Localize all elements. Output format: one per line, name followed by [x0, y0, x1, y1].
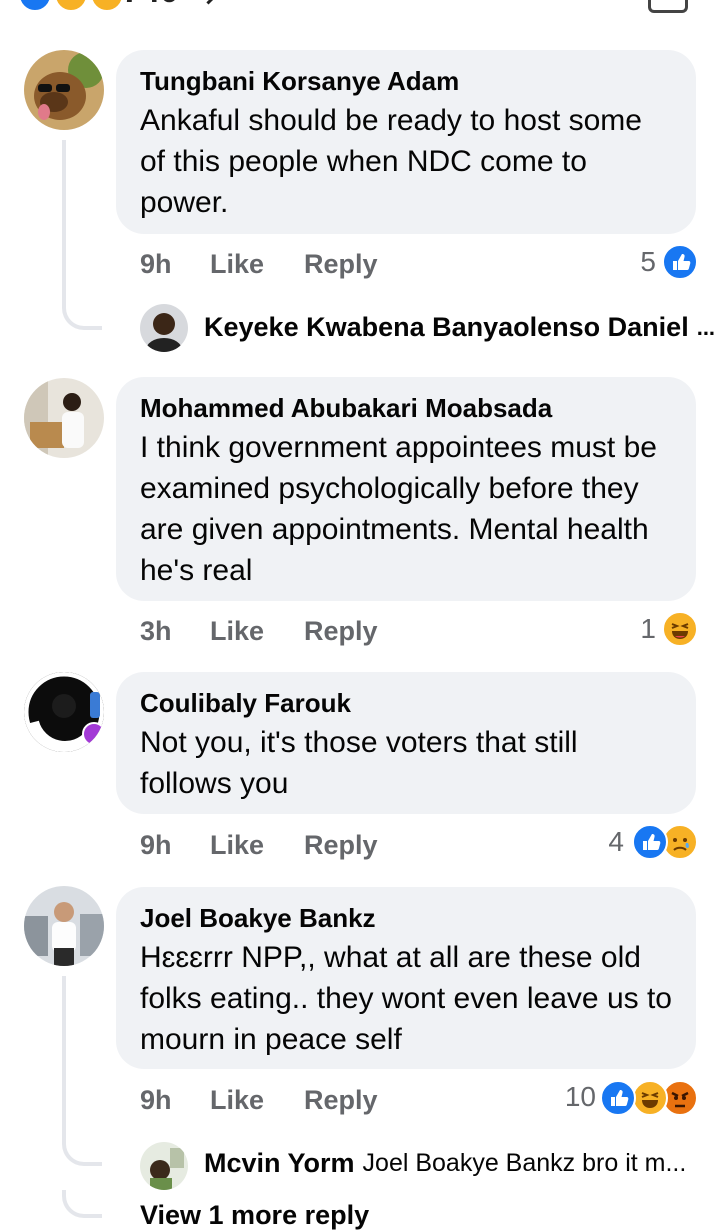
like-button[interactable]: Like	[210, 249, 264, 280]
reply-author[interactable]: Mcvin Yorm	[204, 1148, 355, 1179]
avatar[interactable]	[24, 886, 104, 966]
comment-text: Ankaful should be ready to host some of …	[140, 104, 642, 219]
reply-button[interactable]: Reply	[304, 249, 378, 280]
reply-author[interactable]: Keyeke Kwabena Banyaolenso Daniel	[204, 312, 689, 343]
avatar[interactable]	[140, 304, 188, 352]
like-button[interactable]: Like	[210, 616, 264, 647]
like-button[interactable]: Like	[210, 830, 264, 861]
comment-author[interactable]: Joel Boakye Bankz	[140, 903, 672, 933]
avatar[interactable]	[140, 1142, 188, 1190]
reply-button[interactable]: Reply	[304, 830, 378, 861]
reply-button[interactable]: Reply	[304, 1085, 378, 1116]
reply-preview[interactable]: Mcvin Yorm Joel Boakye Bankz bro it m...	[204, 1148, 686, 1179]
like-reaction-icon	[18, 0, 52, 12]
avatar[interactable]	[24, 378, 104, 458]
comment-time[interactable]: 3h	[140, 616, 210, 647]
comment-time[interactable]: 9h	[140, 1085, 210, 1116]
comment-author[interactable]: Coulibaly Farouk	[140, 688, 672, 718]
like-reaction-icon	[632, 824, 668, 860]
comment-actions: 9h Like Reply	[140, 246, 418, 282]
view-more-replies-link[interactable]: View 1 more reply	[140, 1200, 369, 1231]
reaction-count[interactable]: 10	[540, 1081, 596, 1113]
comment-time[interactable]: 9h	[140, 249, 210, 280]
chevron-right-icon[interactable]	[196, 0, 221, 5]
avatar[interactable]	[24, 50, 104, 130]
comment-actions: 3h Like Reply	[140, 613, 418, 649]
comment-actions: 9h Like Reply	[140, 827, 418, 863]
thread-connector	[62, 1190, 102, 1218]
reply-button[interactable]: Reply	[304, 616, 378, 647]
comment-bubble[interactable]: Mohammed Abubakari Moabsada I think gove…	[116, 377, 696, 601]
comment-bubble[interactable]: Coulibaly Farouk Not you, it's those vot…	[116, 672, 696, 814]
comment-text: Not you, it's those voters that still fo…	[140, 726, 578, 800]
haha-reaction-icon	[54, 0, 88, 12]
share-icon[interactable]	[648, 0, 688, 13]
post-reaction-count[interactable]: 740	[122, 0, 179, 11]
comment-text: I think government appointees must be ex…	[140, 431, 657, 587]
like-button[interactable]: Like	[210, 1085, 264, 1116]
reply-ellipsis: ...	[696, 314, 716, 340]
reply-text: Joel Boakye Bankz bro it m...	[362, 1149, 687, 1177]
like-reaction-icon	[600, 1080, 636, 1116]
comment-actions: 9h Like Reply	[140, 1082, 418, 1118]
thread-connector	[62, 1136, 102, 1166]
reaction-count[interactable]: 4	[570, 826, 624, 858]
comment-bubble[interactable]: Tungbani Korsanye Adam Ankaful should be…	[116, 50, 696, 234]
vaccinated-badge-icon	[82, 722, 104, 746]
reaction-count[interactable]: 5	[600, 246, 656, 278]
reaction-count[interactable]: 1	[600, 613, 656, 645]
comment-time[interactable]: 9h	[140, 830, 210, 861]
like-reaction-icon	[662, 244, 698, 280]
reply-preview[interactable]: Keyeke Kwabena Banyaolenso Daniel ...	[204, 312, 715, 343]
comment-author[interactable]: Tungbani Korsanye Adam	[140, 66, 672, 96]
avatar[interactable]	[24, 672, 104, 752]
comment-bubble[interactable]: Joel Boakye Bankz Hɛɛɛrrr NPP,, what at …	[116, 887, 696, 1069]
thread-line	[62, 140, 66, 300]
thread-line	[62, 976, 66, 1136]
haha-reaction-icon	[662, 611, 698, 647]
thread-connector	[62, 300, 102, 330]
haha-reaction-icon	[632, 1080, 668, 1116]
dog-avatar-icon	[24, 50, 104, 130]
comment-text: Hɛɛɛrrr NPP,, what at all are these old …	[140, 941, 672, 1056]
angry-reaction-icon	[90, 0, 124, 12]
comment-author[interactable]: Mohammed Abubakari Moabsada	[140, 393, 672, 423]
